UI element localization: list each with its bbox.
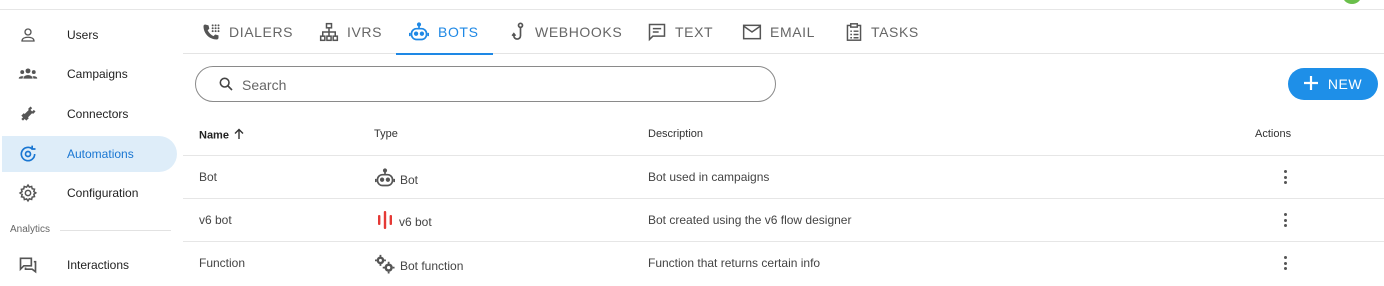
column-header-label: Name bbox=[199, 129, 229, 142]
top-bar bbox=[0, 0, 1384, 10]
row-type-label: Bot bbox=[400, 172, 419, 187]
message-icon bbox=[647, 22, 667, 42]
tab-bar: DIALERS IVRS BOTS WEBHOOKS TEXT EMAIL TA… bbox=[183, 10, 1384, 55]
tab-text[interactable]: TEXT bbox=[633, 10, 727, 54]
v6-bars-icon bbox=[375, 210, 395, 233]
sidebar: Users Campaigns Connectors Automations C… bbox=[0, 10, 182, 286]
row-name: Function bbox=[199, 256, 246, 270]
row-type-label: Bot function bbox=[400, 258, 464, 273]
search-input[interactable] bbox=[242, 75, 742, 95]
row-description: Function that returns certain info bbox=[648, 256, 821, 270]
chat-icon bbox=[18, 255, 38, 275]
section-label-analytics: Analytics bbox=[10, 224, 51, 235]
sidebar-item-label: Connectors bbox=[67, 107, 129, 121]
person-icon bbox=[18, 25, 38, 45]
new-button-label: NEW bbox=[1327, 76, 1363, 92]
phone-dialpad-icon bbox=[201, 22, 221, 42]
row-type-label: v6 bot bbox=[399, 214, 432, 229]
table-row[interactable]: Bot Bot Bot used in campaigns bbox=[183, 155, 1384, 198]
row-type: v6 bot bbox=[375, 210, 432, 233]
tab-label: DIALERS bbox=[229, 24, 294, 40]
tab-tasks[interactable]: TASKS bbox=[831, 10, 933, 54]
tab-email[interactable]: EMAIL bbox=[728, 10, 829, 54]
row-description: Bot created using the v6 flow designer bbox=[648, 213, 852, 227]
sort-ascending-icon bbox=[233, 128, 245, 143]
search-icon bbox=[218, 76, 234, 97]
sidebar-item-users[interactable]: Users bbox=[2, 17, 177, 53]
hook-icon bbox=[509, 22, 527, 42]
row-type: Bot function bbox=[374, 254, 463, 277]
sidebar-item-label: Interactions bbox=[67, 258, 130, 272]
sidebar-item-interactions[interactable]: Interactions bbox=[2, 247, 177, 283]
column-header-type: Type bbox=[374, 128, 398, 140]
column-header-description: Description bbox=[648, 128, 704, 140]
sidebar-item-configuration[interactable]: Configuration bbox=[2, 175, 177, 211]
clipboard-icon bbox=[845, 22, 863, 42]
row-name: v6 bot bbox=[199, 213, 232, 227]
tab-label: IVRS bbox=[347, 24, 383, 40]
row-type: Bot bbox=[374, 168, 418, 191]
cogs-icon bbox=[374, 254, 396, 277]
robot-icon bbox=[408, 22, 430, 42]
tab-label: TEXT bbox=[675, 24, 714, 40]
automation-icon bbox=[18, 144, 38, 164]
column-header-name[interactable]: Name bbox=[199, 128, 245, 143]
sidebar-item-label: Users bbox=[67, 28, 99, 42]
tab-label: WEBHOOKS bbox=[535, 24, 623, 40]
tab-label: EMAIL bbox=[770, 24, 816, 40]
plug-icon bbox=[18, 104, 38, 124]
tab-ivrs[interactable]: IVRS bbox=[305, 10, 396, 54]
tab-label: BOTS bbox=[438, 24, 479, 40]
table-row[interactable]: Function Bot function Function that retu… bbox=[183, 241, 1384, 284]
tab-webhooks[interactable]: WEBHOOKS bbox=[495, 10, 636, 54]
sidebar-item-automations[interactable]: Automations bbox=[2, 136, 177, 172]
sidebar-item-label: Campaigns bbox=[67, 67, 128, 81]
tab-dialers[interactable]: DIALERS bbox=[187, 10, 307, 54]
row-description: Bot used in campaigns bbox=[648, 170, 770, 184]
sitemap-icon bbox=[319, 22, 339, 42]
section-divider bbox=[60, 230, 171, 231]
robot-icon bbox=[374, 168, 396, 191]
more-actions-button[interactable] bbox=[1279, 254, 1291, 272]
tab-label: TASKS bbox=[871, 24, 919, 40]
group-icon bbox=[18, 64, 38, 84]
plus-icon bbox=[1303, 75, 1318, 93]
sidebar-item-campaigns[interactable]: Campaigns bbox=[2, 56, 177, 92]
search-box[interactable] bbox=[195, 66, 776, 102]
gear-icon bbox=[18, 183, 38, 203]
mail-icon bbox=[742, 23, 762, 41]
more-actions-button[interactable] bbox=[1279, 168, 1291, 186]
more-actions-button[interactable] bbox=[1279, 211, 1291, 229]
table-row[interactable]: v6 bot v6 bot Bot created using the v6 f… bbox=[183, 198, 1384, 241]
new-button[interactable]: NEW bbox=[1288, 68, 1378, 100]
tab-bots[interactable]: BOTS bbox=[396, 10, 493, 55]
sidebar-item-connectors[interactable]: Connectors bbox=[2, 96, 177, 132]
sidebar-item-label: Automations bbox=[67, 147, 134, 161]
row-name: Bot bbox=[199, 170, 218, 184]
sidebar-item-label: Configuration bbox=[67, 186, 139, 200]
column-header-actions: Actions bbox=[1255, 128, 1292, 140]
